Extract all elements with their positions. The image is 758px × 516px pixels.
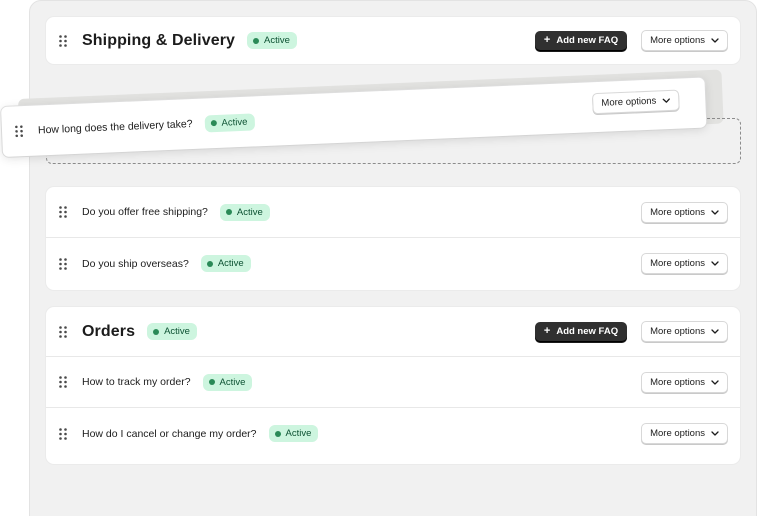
status-label: Active — [236, 206, 263, 218]
status-badge: Active — [147, 323, 197, 340]
faq-row[interactable]: How do I cancel or change my order? Acti… — [46, 408, 740, 459]
more-options-button[interactable]: More options — [641, 321, 728, 342]
more-options-label: More options — [650, 258, 705, 269]
status-badge: Active — [202, 373, 253, 391]
more-options-label: More options — [650, 428, 705, 439]
status-dot-icon — [153, 328, 160, 335]
chevron-down-icon — [711, 261, 719, 266]
more-options-button[interactable]: More options — [641, 253, 728, 274]
drag-handle-icon[interactable] — [59, 257, 69, 270]
more-options-label: More options — [601, 95, 657, 109]
chevron-down-icon — [662, 98, 670, 103]
status-badge: Active — [200, 255, 251, 272]
add-new-faq-button[interactable]: + Add new FAQ — [534, 321, 628, 342]
faq-row[interactable]: Do you ship overseas? Active More option… — [46, 238, 740, 289]
faq-question: How to track my order? — [82, 376, 191, 388]
status-badge: Active — [268, 425, 319, 442]
status-dot-icon — [225, 209, 232, 215]
status-badge: Active — [247, 32, 297, 49]
status-badge: Active — [204, 112, 255, 132]
add-new-faq-button[interactable]: + Add new FAQ — [534, 30, 628, 51]
more-options-button[interactable]: More options — [592, 89, 680, 115]
more-options-label: More options — [650, 326, 705, 337]
more-options-button[interactable]: More options — [641, 30, 728, 51]
more-options-label: More options — [650, 206, 705, 218]
status-label: Active — [221, 116, 248, 129]
status-dot-icon — [208, 379, 215, 385]
section-title: Orders — [82, 322, 136, 340]
status-label: Active — [285, 428, 312, 439]
drag-handle-icon[interactable] — [59, 376, 69, 388]
status-dot-icon — [253, 37, 260, 44]
section-title: Shipping & Delivery — [82, 31, 236, 49]
faq-question: Do you ship overseas? — [82, 257, 189, 270]
chevron-down-icon — [711, 431, 719, 436]
status-badge: Active — [219, 203, 270, 221]
drag-handle-icon[interactable] — [59, 34, 69, 47]
drag-handle-icon[interactable] — [15, 125, 25, 138]
faq-question: How long does the delivery take? — [37, 117, 193, 137]
faq-row[interactable]: How to track my order? Active More optio… — [46, 357, 740, 408]
drag-handle-icon[interactable] — [59, 325, 69, 338]
chevron-down-icon — [711, 329, 719, 334]
faq-list-shipping: Do you offer free shipping? Active More … — [46, 187, 740, 290]
add-new-faq-label: Add new FAQ — [556, 326, 619, 337]
status-label: Active — [164, 326, 190, 337]
faq-question: Do you offer free shipping? — [82, 206, 208, 218]
plus-icon: + — [543, 34, 551, 46]
plus-icon: + — [543, 325, 551, 337]
more-options-button[interactable]: More options — [641, 371, 728, 393]
status-label: Active — [264, 35, 290, 46]
status-label: Active — [217, 258, 244, 269]
add-new-faq-label: Add new FAQ — [556, 35, 619, 46]
status-dot-icon — [274, 430, 281, 437]
chevron-down-icon — [711, 209, 719, 215]
drag-handle-icon[interactable] — [59, 206, 69, 218]
more-options-label: More options — [650, 376, 705, 388]
more-options-button[interactable]: More options — [641, 201, 728, 223]
section-header: Orders Active + Add new FAQ More options — [46, 307, 740, 357]
section-header: Shipping & Delivery Active + Add new FAQ… — [46, 17, 740, 64]
faq-question: How do I cancel or change my order? — [82, 427, 257, 440]
chevron-down-icon — [711, 38, 719, 43]
drag-handle-icon[interactable] — [59, 427, 69, 440]
status-dot-icon — [206, 260, 213, 267]
faq-row[interactable]: Do you offer free shipping? Active More … — [46, 187, 740, 238]
chevron-down-icon — [711, 379, 719, 385]
section-card-shipping: Shipping & Delivery Active + Add new FAQ… — [46, 17, 740, 64]
more-options-button[interactable]: More options — [641, 423, 728, 444]
status-dot-icon — [210, 119, 217, 127]
more-options-label: More options — [650, 35, 705, 46]
status-label: Active — [219, 376, 246, 388]
section-card-orders: Orders Active + Add new FAQ More options… — [46, 307, 740, 464]
